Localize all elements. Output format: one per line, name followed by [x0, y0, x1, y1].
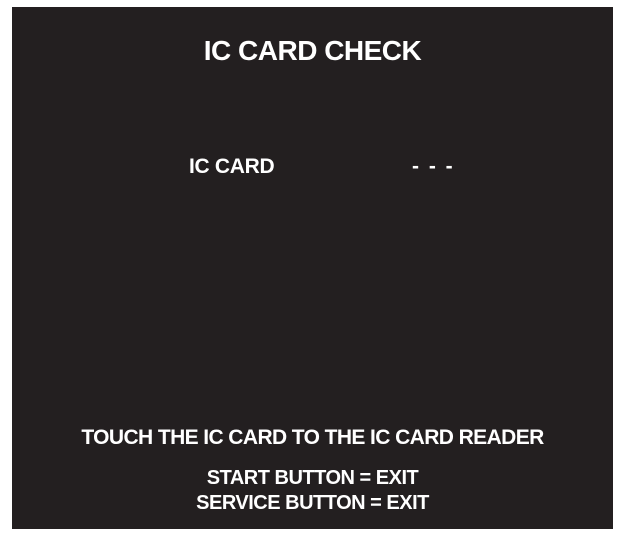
start-button-exit-hint: START BUTTON = EXIT [206, 467, 419, 489]
ic-card-status-value: - - - [412, 155, 455, 178]
screen-title: IC CARD CHECK [203, 35, 422, 66]
service-button-exit-hint: SERVICE BUTTON = EXIT [196, 492, 429, 514]
ic-card-label: IC CARD [189, 155, 275, 178]
instruction-text: TOUCH THE IC CARD TO THE IC CARD READER [81, 426, 544, 449]
ic-card-check-screen: IC CARD CHECK IC CARD - - - TOUCH THE IC… [12, 7, 613, 529]
